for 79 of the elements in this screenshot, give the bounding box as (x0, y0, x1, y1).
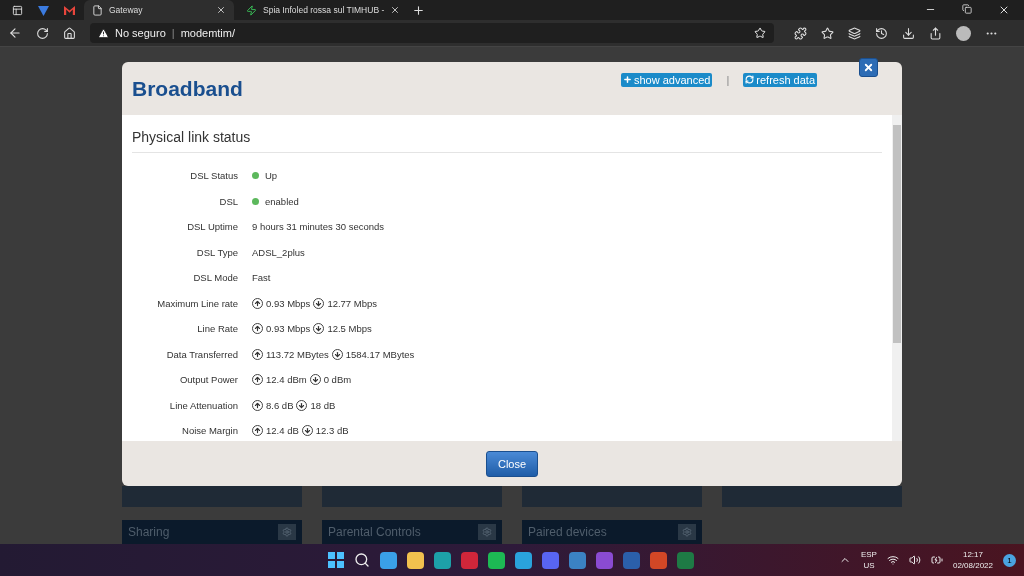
field-label: DSL (218, 195, 238, 207)
section-title: Physical link status (132, 115, 882, 153)
favorite-icon[interactable] (754, 27, 766, 39)
extensions-icon[interactable] (794, 26, 807, 40)
upload-value: 12.4 dBm (266, 374, 307, 386)
app-icon[interactable] (569, 551, 586, 569)
close-button[interactable] (859, 58, 878, 77)
search-icon[interactable] (354, 552, 370, 568)
app-icon[interactable] (380, 551, 397, 569)
back-icon[interactable] (8, 26, 22, 40)
clock-time[interactable]: 12:17 (962, 549, 983, 560)
action-link[interactable]: show advanced (621, 72, 713, 87)
app-icon[interactable] (515, 551, 532, 569)
app-icon[interactable] (488, 551, 505, 569)
download-value: 0 dBm (323, 374, 352, 386)
app-icon[interactable] (407, 551, 424, 569)
battery-icon[interactable] (930, 554, 943, 566)
field-label: Maximum Line rate (156, 297, 238, 309)
field-label: Line Rate (196, 323, 238, 335)
favorites-icon[interactable] (821, 26, 834, 40)
dialog-title: Broadband (132, 76, 243, 101)
field-label: DSL Type (195, 246, 238, 258)
download-value: 12.5 Mbps (327, 323, 372, 335)
collections-icon[interactable] (848, 26, 861, 40)
close-icon (863, 62, 874, 73)
wifi-icon[interactable] (886, 554, 899, 566)
share-icon[interactable] (929, 26, 942, 40)
profile-avatar[interactable] (956, 25, 971, 41)
home-icon[interactable] (63, 26, 76, 40)
field-value: Up (265, 170, 278, 182)
new-tab-icon[interactable] (412, 3, 426, 17)
field-value: Fast (252, 272, 271, 284)
notification-badge[interactable]: 1 (1003, 553, 1016, 567)
restore-icon[interactable] (962, 4, 972, 14)
app-icon[interactable] (434, 551, 451, 569)
history-icon[interactable] (875, 26, 888, 40)
close-tab-icon[interactable] (390, 5, 401, 15)
field-value: ADSL_2plus (252, 246, 305, 258)
close-button[interactable]: Close (485, 450, 539, 477)
upload-value: 113.72 MBytes (266, 348, 329, 360)
browser-tab[interactable]: Gateway (84, 0, 234, 20)
field-value: 9 hours 31 minutes 30 seconds (252, 221, 385, 233)
start-icon[interactable] (328, 552, 344, 568)
download-icon[interactable] (902, 26, 915, 40)
field-value: enabled (265, 195, 299, 207)
browser-tab[interactable]: Spia Infoled rossa sul TIMHUB - (238, 0, 409, 20)
reload-icon[interactable] (36, 26, 49, 40)
field-label: DSL Mode (192, 272, 238, 284)
download-value: 1584.17 MBytes (345, 348, 415, 360)
mail-icon[interactable] (63, 5, 75, 15)
field-label: Noise Margin (181, 425, 238, 437)
close-tab-icon[interactable] (216, 5, 226, 15)
bolt-icon (246, 4, 257, 16)
upload-value: 8.6 dB (266, 399, 294, 411)
scrollbar[interactable] (892, 115, 902, 441)
upload-value: 0.93 Mbps (266, 323, 311, 335)
close-icon[interactable] (998, 4, 1010, 16)
tab-actions-icon[interactable] (11, 4, 23, 16)
address-field[interactable]: No seguro | modemtim/ (90, 23, 774, 43)
language[interactable]: ESP (860, 549, 877, 560)
action-link[interactable]: refresh data (743, 72, 817, 87)
page-icon (92, 4, 103, 16)
separator: | (726, 73, 730, 86)
region[interactable]: US (863, 560, 875, 571)
field-label: Output Power (178, 374, 238, 386)
clock-date[interactable]: 02/08/2022 (952, 560, 993, 571)
refresh-icon (745, 75, 755, 84)
field-label: DSL Uptime (186, 221, 238, 233)
plus-icon (623, 75, 632, 84)
download-value: 18 dB (310, 399, 336, 411)
field-label: DSL Status (189, 170, 238, 182)
download-value: 12.3 dB (315, 425, 349, 437)
volume-icon[interactable] (908, 554, 921, 566)
upload-value: 0.93 Mbps (266, 297, 311, 309)
warning-icon (98, 27, 109, 39)
download-value: 12.77 Mbps (327, 297, 378, 309)
field-label: Data Transferred (165, 348, 238, 360)
field-label: Line Attenuation (168, 399, 238, 411)
upload-value: 12.4 dB (266, 425, 299, 437)
